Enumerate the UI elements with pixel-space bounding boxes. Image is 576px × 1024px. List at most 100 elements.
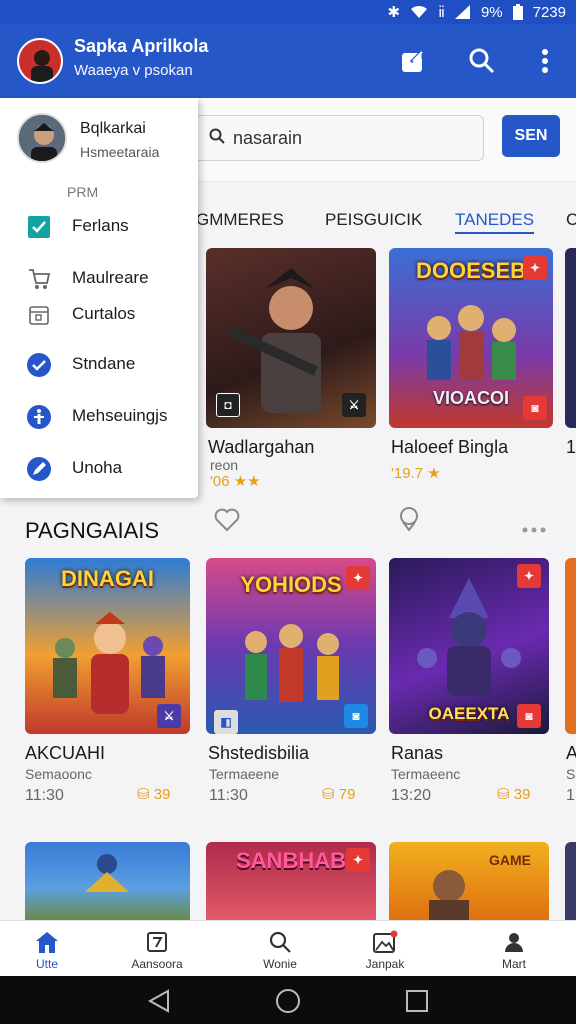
checkbox-icon: [26, 214, 52, 240]
drawer-item-unoha[interactable]: Unoha: [0, 448, 198, 488]
app-title: Sapka Aprilkola: [74, 36, 209, 56]
tab-peisguicik[interactable]: PEISGUICIK: [325, 210, 422, 230]
nav-item-search[interactable]: Wonie: [240, 921, 320, 977]
drawer-item-label: Stndane: [72, 354, 136, 373]
card-title[interactable]: 1: [566, 437, 576, 458]
card-time: 13:20: [391, 787, 432, 804]
hot-badge-icon: ✦: [346, 848, 370, 872]
battery-percent: 9%: [480, 3, 503, 21]
drawer-item-label: Maulreare: [72, 268, 149, 287]
bluetooth-icon: ✱: [387, 4, 401, 21]
card-title[interactable]: Wadlargahan: [208, 437, 314, 458]
nav-item-profile[interactable]: Mart: [474, 921, 554, 977]
tab-more[interactable]: C: [566, 210, 576, 230]
rating-badge-icon: ⚔: [342, 393, 366, 417]
drawer-item-mehseuingjs[interactable]: Mehseuingjs: [0, 396, 198, 436]
info-circle-icon: [26, 404, 52, 430]
app-subtitle: Waaeya v psokan: [74, 62, 193, 79]
card-title[interactable]: A: [566, 743, 576, 764]
nav-item-home[interactable]: Utte: [7, 921, 87, 977]
drawer-item-ferlans[interactable]: Ferlans: [0, 206, 198, 246]
nav-label: Mart: [502, 957, 526, 971]
nav-label: Janpak: [365, 957, 405, 971]
card-time: 11:30: [209, 787, 248, 804]
share-icon[interactable]: [398, 46, 428, 76]
game-card-image[interactable]: [565, 842, 576, 920]
card-price: ⛁ 79: [322, 786, 356, 803]
price-tag-icon: ⛁: [137, 786, 154, 803]
news-icon: [144, 929, 170, 955]
game-card-image[interactable]: GAME: [389, 842, 549, 920]
tab-gmmeres[interactable]: GMMERES: [196, 210, 284, 230]
drawer-item-maulreare[interactable]: Maulreare: [0, 258, 198, 298]
game-card-image[interactable]: [565, 248, 576, 428]
bottom-navigation: Utte Aansoora Wonie Janpak Mart: [0, 920, 576, 976]
platform-badge-icon: ◧: [214, 710, 238, 734]
back-icon[interactable]: [146, 988, 172, 1014]
favorite-icon[interactable]: [214, 508, 240, 537]
card-subtitle: reon: [210, 457, 239, 473]
search-icon[interactable]: [467, 46, 497, 76]
rating-badge-icon: ◙: [344, 704, 368, 728]
drawer-item-label: Mehseuingjs: [72, 406, 168, 425]
drawer-item-curtalos[interactable]: Curtalos: [0, 294, 198, 334]
game-card-image[interactable]: OAEEXTA ✦ ◙: [389, 558, 549, 734]
card-rating: '19.7 ★: [391, 465, 441, 482]
game-card-image[interactable]: DINAGAI ⚔: [25, 558, 190, 734]
app-avatar[interactable]: [17, 38, 63, 84]
drawer-item-label: Ferlans: [72, 216, 129, 235]
card-title[interactable]: Shstedisbilia: [208, 743, 309, 764]
card-price: ⛁ 39: [497, 786, 531, 803]
card-title[interactable]: Haloeef Bingla: [391, 437, 508, 458]
card-art-title: GAME: [489, 852, 531, 868]
card-title[interactable]: AKCUAHI: [25, 743, 105, 764]
recents-icon[interactable]: [404, 988, 430, 1014]
search-button[interactable]: SEN: [502, 115, 560, 157]
section-title: PAGNGAIAIS: [25, 518, 160, 543]
drawer-section-label: PRM: [67, 184, 99, 200]
status-bar: ✱ ⅱ 9% 7239: [0, 0, 576, 24]
game-card-image[interactable]: SANBHAB ✦: [206, 842, 376, 920]
drawer-item-stndane[interactable]: Stndane: [0, 344, 198, 384]
hot-badge-icon: ✦: [517, 564, 541, 588]
location-pin-icon[interactable]: [398, 506, 420, 537]
card-time: 11:30: [25, 787, 64, 804]
app-screen: ✱ ⅱ 9% 7239 Sapka Aprilkola Waaeya v pso…: [0, 0, 576, 1024]
nav-label: Wonie: [263, 957, 297, 971]
rating-badge-icon: ◙: [517, 704, 541, 728]
hot-badge-icon: ✦: [346, 566, 370, 590]
platform-badge-icon: ◘: [216, 393, 240, 417]
nav-label: Aansoora: [131, 957, 183, 971]
drawer-item-label: Curtalos: [72, 304, 136, 323]
tab-tanedes[interactable]: TANEDES: [455, 210, 535, 234]
more-vert-icon[interactable]: [530, 46, 560, 76]
nav-item-news[interactable]: Aansoora: [117, 921, 197, 977]
category-tabs: GMMERES PEISGUICIK TANEDES C: [190, 204, 576, 244]
search-icon: [267, 929, 293, 955]
game-card-image[interactable]: ◘ ⚔: [206, 248, 376, 428]
card-title[interactable]: Ranas: [391, 743, 443, 764]
nav-item-gallery[interactable]: Janpak: [345, 921, 425, 977]
home-button-icon[interactable]: [275, 988, 301, 1014]
clock: 7239: [532, 3, 566, 21]
cart-icon: [26, 266, 52, 292]
image-icon: [372, 929, 398, 955]
hot-badge-icon: ✦: [523, 256, 547, 280]
card-rating: '06 ★★: [210, 473, 261, 490]
price-tag-icon: ⛁: [497, 786, 514, 803]
battery-icon: [512, 4, 523, 20]
game-card-image[interactable]: [565, 558, 576, 734]
more-horiz-icon[interactable]: [522, 520, 546, 538]
drawer-user-name: Bqlkarkai: [80, 120, 146, 137]
vibrate-icon: ⅱ: [438, 4, 445, 21]
game-card-image[interactable]: [25, 842, 190, 920]
platform-badge-icon: ⚔: [157, 704, 181, 728]
card-time: 1: [566, 787, 575, 804]
search-input[interactable]: nasarain: [190, 115, 484, 161]
drawer-avatar[interactable]: [17, 113, 67, 163]
game-card-image[interactable]: DOOESEB VIOACOI ✦ ◙: [389, 248, 553, 428]
system-navigation-bar: [0, 976, 576, 1024]
navigation-drawer: Bqlkarkai Hsmeetaraia PRM Ferlans Maulre…: [0, 98, 198, 498]
rating-badge-icon: ◙: [523, 396, 547, 420]
game-card-image[interactable]: YOHIODS ✦ ◧ ◙: [206, 558, 376, 734]
